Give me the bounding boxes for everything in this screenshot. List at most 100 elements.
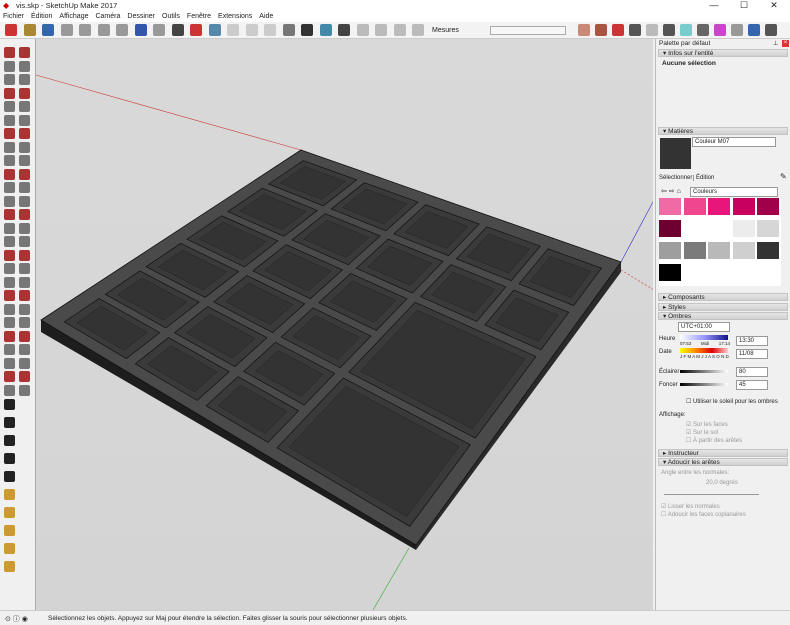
- toolbar-tool-icon[interactable]: [629, 24, 641, 36]
- drawing-tool-icon[interactable]: [19, 195, 30, 207]
- menu-camera[interactable]: Caméra: [95, 12, 120, 22]
- drawing-tool-icon[interactable]: [4, 543, 15, 554]
- drawing-tool-icon[interactable]: [19, 168, 30, 180]
- toolbar-tool-icon[interactable]: [748, 24, 760, 36]
- drawing-tool-icon[interactable]: [4, 195, 15, 207]
- drawing-tool-icon[interactable]: [4, 561, 15, 572]
- drawing-tool-icon[interactable]: [4, 236, 15, 247]
- material-swatch[interactable]: [683, 198, 706, 215]
- drawing-tool-icon[interactable]: [4, 417, 15, 428]
- toolbar-tool-icon[interactable]: [612, 24, 624, 36]
- drawing-tool-icon[interactable]: [4, 182, 15, 193]
- toolbar-tool-icon[interactable]: [153, 24, 165, 36]
- drawing-tool-icon[interactable]: [19, 114, 30, 126]
- toolbar-tool-icon[interactable]: [301, 24, 313, 36]
- drawing-tool-icon[interactable]: [19, 384, 30, 396]
- pin-icon[interactable]: ⊥: [773, 40, 778, 47]
- drawing-tool-icon[interactable]: [4, 384, 15, 396]
- material-swatch[interactable]: [683, 220, 706, 237]
- material-swatch[interactable]: [708, 242, 730, 259]
- material-swatch[interactable]: [757, 198, 779, 215]
- drawing-tool-icon[interactable]: [4, 290, 15, 301]
- drawing-tool-icon[interactable]: [19, 141, 30, 153]
- drawing-tool-icon[interactable]: [4, 101, 15, 112]
- maximize-button[interactable]: ☐: [730, 0, 758, 12]
- drawing-tool-icon[interactable]: [19, 344, 30, 355]
- drawing-tool-icon[interactable]: [4, 330, 15, 342]
- drawing-tool-icon[interactable]: [19, 182, 30, 193]
- drawing-tool-icon[interactable]: [19, 263, 30, 274]
- material-name-input[interactable]: Couleur M07: [692, 137, 776, 147]
- drawing-tool-icon[interactable]: [4, 128, 15, 139]
- toolbar-tool-icon[interactable]: [578, 24, 590, 36]
- drawing-tool-icon[interactable]: [19, 128, 30, 139]
- toolbar-tool-icon[interactable]: [595, 24, 607, 36]
- date-slider[interactable]: [680, 348, 728, 353]
- material-swatch[interactable]: [659, 198, 681, 215]
- materials-header[interactable]: Matières: [658, 127, 788, 135]
- menu-outils[interactable]: Outils: [162, 12, 180, 22]
- toolbar-tool-icon[interactable]: [663, 24, 675, 36]
- drawing-tool-icon[interactable]: [19, 87, 30, 99]
- drawing-tool-icon[interactable]: [4, 249, 15, 261]
- entity-info-header[interactable]: Infos sur l'entité: [658, 49, 788, 57]
- material-swatch[interactable]: [659, 242, 681, 259]
- toolbar-tool-icon[interactable]: [23, 24, 36, 36]
- timezone-select[interactable]: UTC+01:00: [678, 322, 730, 332]
- drawing-tool-icon[interactable]: [19, 47, 30, 58]
- drawing-tool-icon[interactable]: [4, 222, 15, 234]
- drawing-tool-icon[interactable]: [4, 399, 15, 410]
- toolbar-tool-icon[interactable]: [393, 24, 406, 36]
- material-swatch[interactable]: [683, 242, 706, 259]
- drawing-tool-icon[interactable]: [19, 222, 30, 234]
- drawing-tool-icon[interactable]: [19, 357, 30, 369]
- from-edges-checkbox[interactable]: ☐ À partir des arêtes: [686, 437, 742, 444]
- material-swatch[interactable]: [659, 220, 681, 237]
- toolbar-tool-icon[interactable]: [697, 24, 709, 36]
- drawing-tool-icon[interactable]: [4, 263, 15, 274]
- drawing-tool-icon[interactable]: [19, 330, 30, 342]
- toolbar-tool-icon[interactable]: [680, 24, 692, 36]
- time-input[interactable]: 13:30: [736, 336, 768, 346]
- toolbar-tool-icon[interactable]: [171, 24, 184, 36]
- components-header[interactable]: Composants: [658, 293, 788, 301]
- toolbar-tool-icon[interactable]: [245, 24, 258, 36]
- toolbar-tool-icon[interactable]: [227, 24, 239, 36]
- dark-input[interactable]: 45: [736, 380, 768, 390]
- close-button[interactable]: ✕: [760, 0, 788, 12]
- material-swatch[interactable]: [708, 198, 730, 215]
- toolbar-tool-icon[interactable]: [282, 24, 295, 36]
- soften-header[interactable]: Adoucir les arêtes: [658, 458, 788, 466]
- menu-affichage[interactable]: Affichage: [59, 12, 88, 22]
- menu-aide[interactable]: Aide: [259, 12, 273, 22]
- drawing-tool-icon[interactable]: [19, 60, 30, 72]
- drawing-tool-icon[interactable]: [4, 141, 15, 153]
- drawing-tool-icon[interactable]: [4, 168, 15, 180]
- drawing-tool-icon[interactable]: [4, 276, 15, 288]
- on-faces-checkbox[interactable]: ☑ Sur les faces: [686, 421, 728, 428]
- library-select[interactable]: Couleurs: [690, 187, 778, 197]
- drawing-tool-icon[interactable]: [4, 489, 15, 500]
- toolbar-tool-icon[interactable]: [42, 24, 54, 36]
- material-swatch[interactable]: [732, 242, 755, 259]
- material-swatch[interactable]: [659, 264, 681, 281]
- minimize-button[interactable]: —: [700, 0, 728, 12]
- drawing-tool-icon[interactable]: [19, 236, 30, 247]
- drawing-tool-icon[interactable]: [4, 47, 15, 58]
- material-swatch[interactable]: [708, 220, 730, 237]
- coplanar-checkbox[interactable]: ☐ Adoucir les faces coplanaires: [661, 511, 746, 518]
- drawing-tool-icon[interactable]: [4, 155, 15, 166]
- toolbar-tool-icon[interactable]: [731, 24, 743, 36]
- material-swatch[interactable]: [757, 242, 779, 259]
- model-scene[interactable]: [36, 39, 653, 610]
- drawing-tool-icon[interactable]: [4, 303, 15, 315]
- toolbar-tool-icon[interactable]: [765, 24, 777, 36]
- 3d-viewport[interactable]: [35, 39, 653, 610]
- drawing-tool-icon[interactable]: [4, 209, 15, 220]
- drawing-tool-icon[interactable]: [19, 303, 30, 315]
- drawing-tool-icon[interactable]: [4, 357, 15, 369]
- back-forward-home-icons[interactable]: ⇦ ⇨ ⌂: [661, 187, 681, 195]
- material-swatch[interactable]: [757, 220, 779, 237]
- menu-dessiner[interactable]: Dessiner: [127, 12, 155, 22]
- drawing-tool-icon[interactable]: [19, 249, 30, 261]
